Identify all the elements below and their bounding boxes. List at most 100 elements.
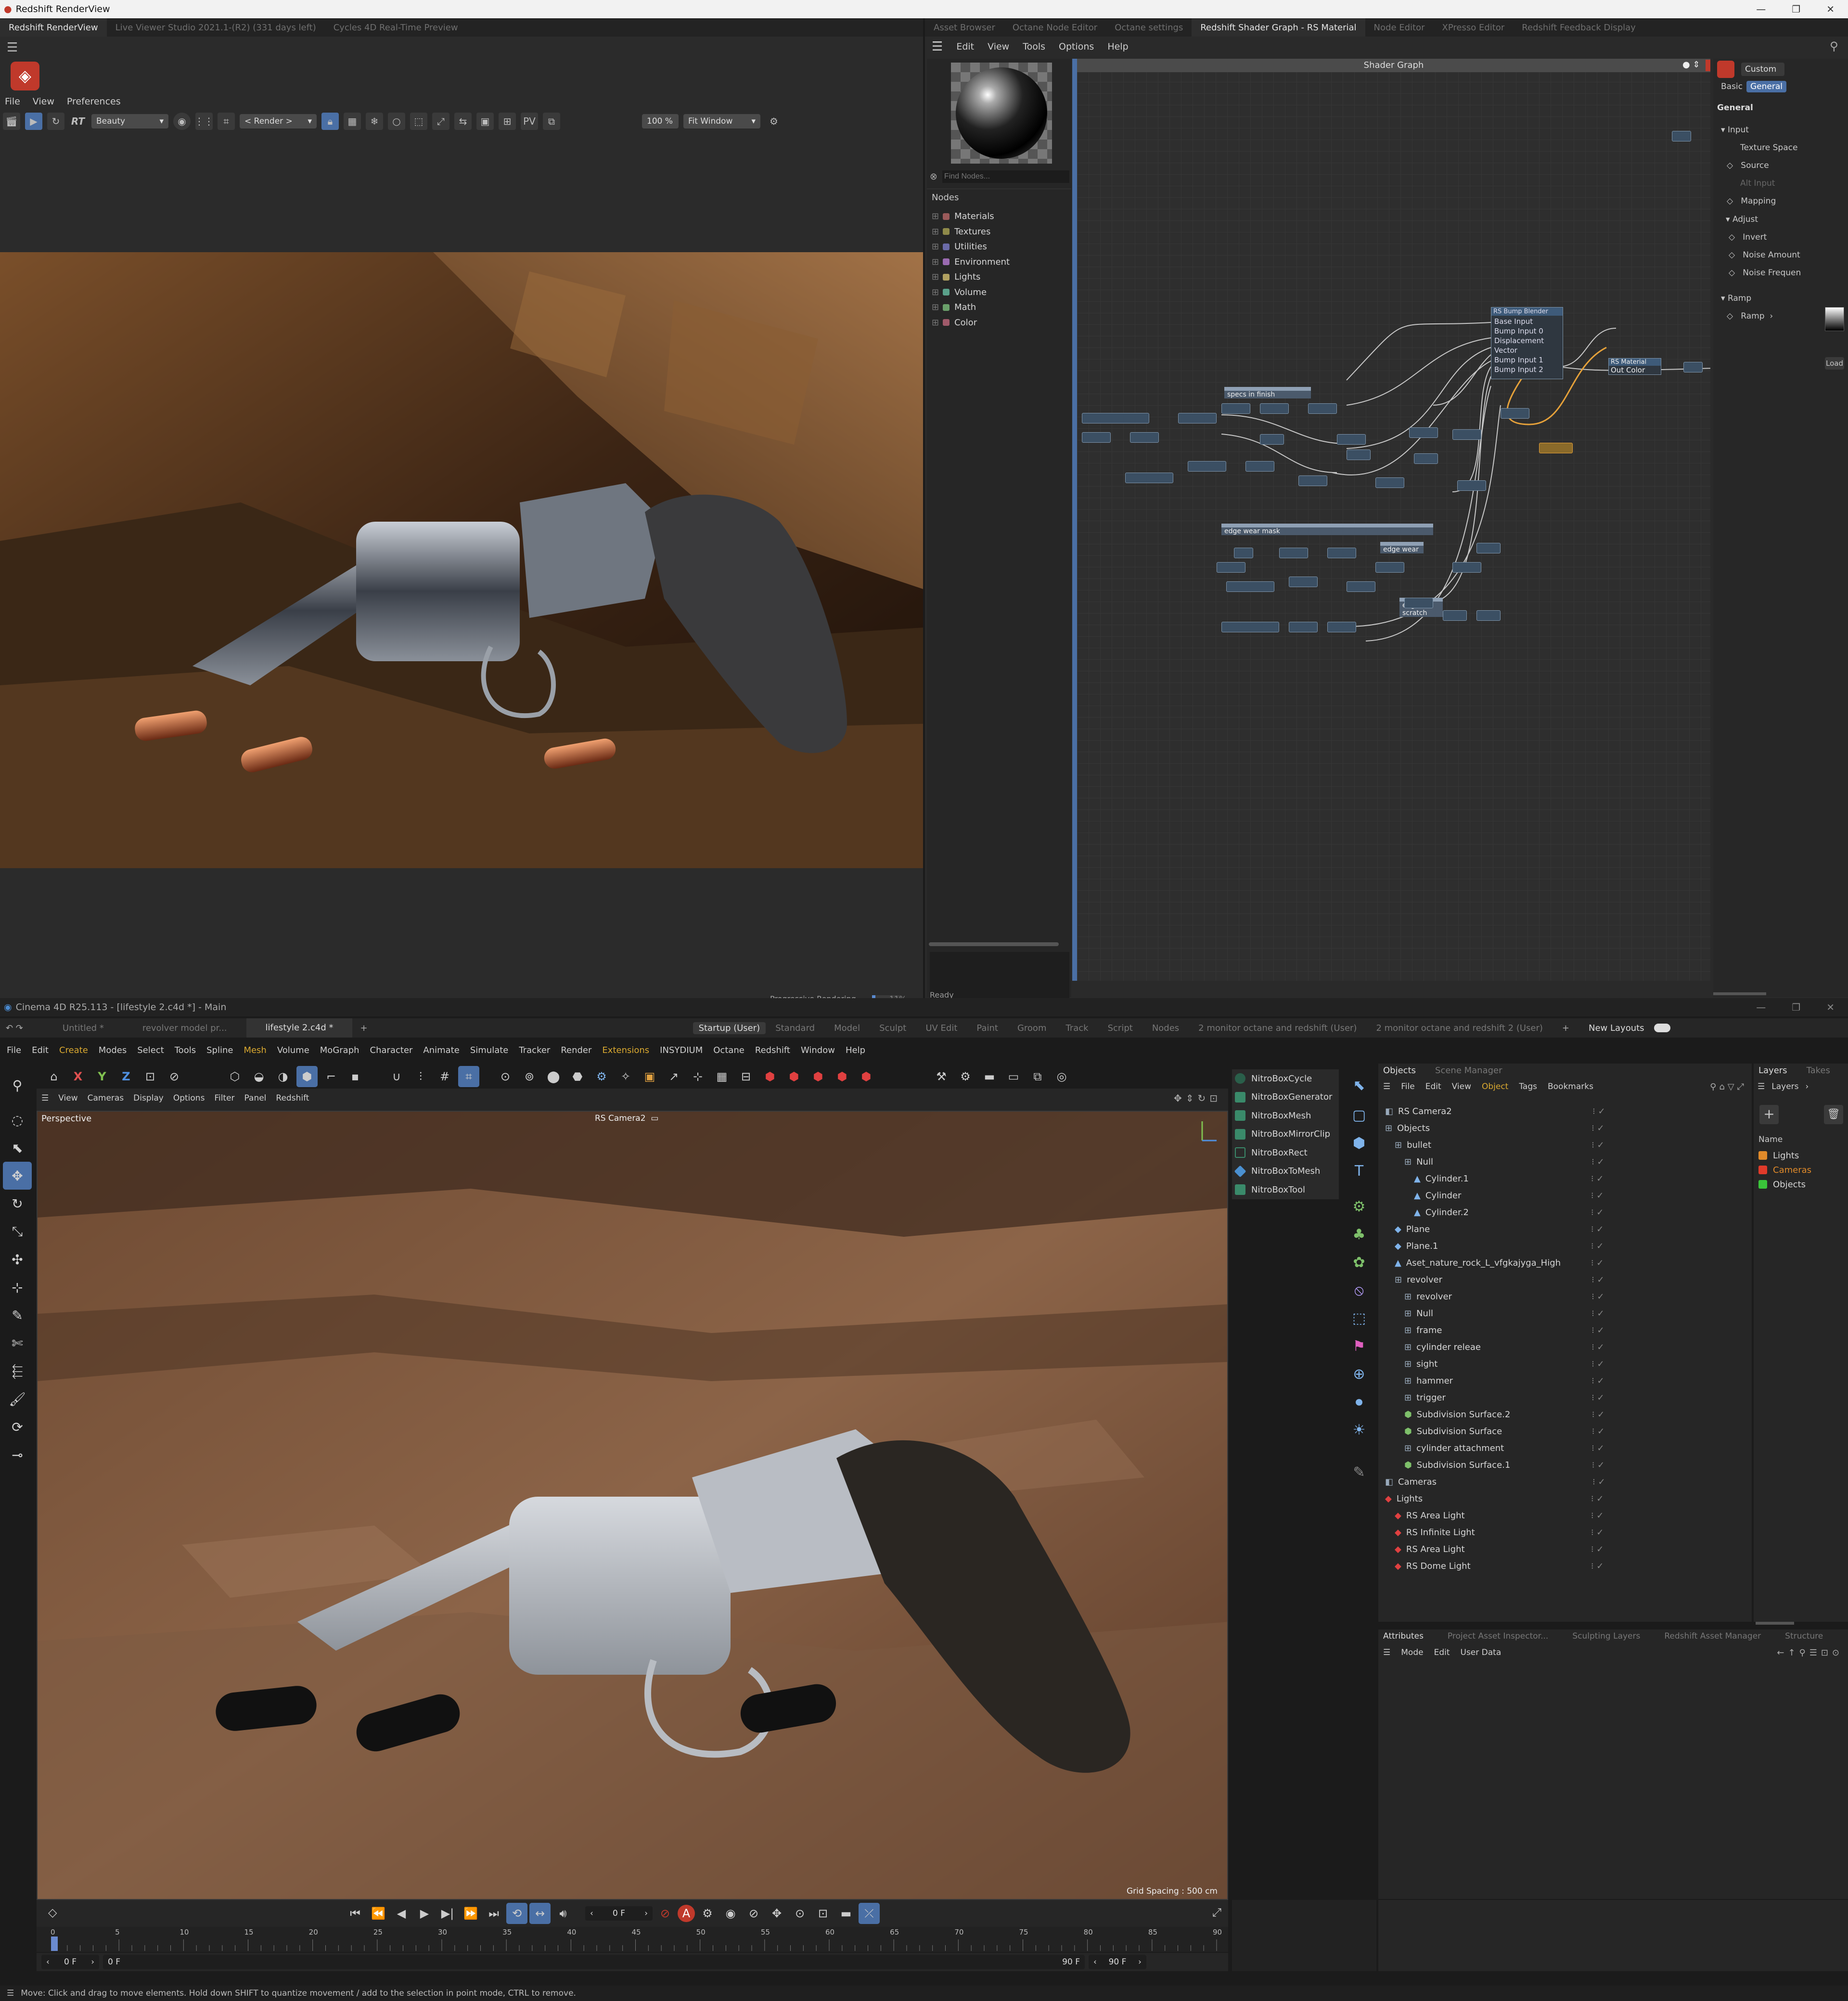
vp-menu-filter[interactable]: Filter — [214, 1093, 234, 1103]
param-mapping[interactable]: ◇ Mapping — [1721, 192, 1797, 210]
tree-item-trigger[interactable]: ⊞ trigger ⁝ ✓ — [1383, 1389, 1747, 1406]
obj-menu-bookmarks[interactable]: Bookmarks — [1548, 1082, 1593, 1091]
field-icon[interactable]: ⬚ — [1346, 1304, 1373, 1332]
graph-node[interactable] — [1457, 480, 1486, 491]
polygons-mode-icon[interactable]: ⬢ — [296, 1066, 318, 1087]
fit-select[interactable]: Fit Window ▾ — [683, 114, 760, 128]
tree-item-sight[interactable]: ⊞ sight ⁝ ✓ — [1383, 1356, 1747, 1372]
graph-node[interactable] — [1375, 562, 1404, 573]
remark-specs[interactable]: specs in finish — [1224, 387, 1311, 398]
port-bump-input-1[interactable]: Bump Input 1 — [1494, 355, 1560, 365]
quantize-icon[interactable]: ⊙ — [495, 1066, 516, 1087]
tab-layers[interactable]: Layers — [1758, 1065, 1787, 1076]
pen-icon[interactable]: ✎ — [1346, 1458, 1373, 1486]
layout-nodes[interactable]: Nodes — [1142, 1023, 1189, 1033]
visibility-dots-icon[interactable]: ⁝ ✓ — [1591, 1258, 1604, 1268]
visibility-dots-icon[interactable]: ⁝ ✓ — [1591, 1561, 1604, 1571]
compare-icon[interactable]: ⇆ — [454, 113, 472, 130]
spline-icon[interactable]: ⚑ — [1346, 1332, 1373, 1360]
nitrobox-rect[interactable]: NitroBoxRect — [1232, 1143, 1339, 1162]
menu-mesh[interactable]: Mesh — [244, 1045, 266, 1055]
graph-node[interactable] — [1289, 577, 1318, 587]
tree-item-rs-dome-light[interactable]: ◆ RS Dome Light ⁝ ✓ — [1383, 1558, 1747, 1575]
layer-cameras-swatch[interactable] — [1758, 1166, 1767, 1174]
tab-cycles[interactable]: Cycles 4D Real-Time Preview — [325, 23, 467, 33]
menu-tools[interactable]: Tools — [175, 1045, 196, 1055]
visibility-dots-icon[interactable]: ⁝ ✓ — [1591, 1241, 1604, 1251]
transform-icon[interactable]: ✣ — [3, 1245, 32, 1273]
graph-node[interactable] — [1414, 453, 1438, 464]
load-button[interactable]: Load — [1825, 357, 1844, 370]
tree-item-cylinder-attachment[interactable]: ⊞ cylinder attachment ⁝ ✓ — [1383, 1440, 1747, 1457]
measure-icon[interactable]: ⊸ — [3, 1441, 32, 1469]
layer-objects-swatch[interactable] — [1758, 1180, 1767, 1189]
menu-help[interactable]: Help — [1107, 41, 1128, 52]
param-invert[interactable]: ◇ Invert — [1726, 229, 1801, 246]
lock-axis-icon[interactable]: ⊘ — [164, 1066, 185, 1087]
graph-node[interactable] — [1347, 581, 1375, 592]
group-input-header[interactable]: ▾ Input — [1721, 121, 1797, 139]
expand-icon[interactable]: ⊞ — [932, 257, 939, 267]
mograph-icon[interactable]: ⚙ — [591, 1066, 612, 1087]
menu-character[interactable]: Character — [370, 1045, 413, 1055]
layer-objects[interactable]: Objects — [1758, 1177, 1811, 1192]
frame-field[interactable]: ‹ 0 F › — [585, 1906, 653, 1921]
visibility-dots-icon[interactable]: ⁝ ✓ — [1591, 1359, 1604, 1369]
model-mode-icon[interactable]: ⬡ — [224, 1066, 245, 1087]
team-render-icon[interactable]: ◎ — [1051, 1066, 1072, 1087]
tab-project-asset-inspector[interactable]: Project Asset Inspector... — [1448, 1631, 1548, 1641]
tab-octane-node-editor[interactable]: Octane Node Editor — [1004, 23, 1106, 33]
close-icon[interactable]: ✕ — [1826, 1001, 1835, 1013]
visibility-dots-icon[interactable]: ⁝ ✓ — [1591, 1544, 1604, 1554]
visibility-dots-icon[interactable]: ⁝ ✓ — [1591, 1443, 1604, 1453]
rs-material-node[interactable]: RS Material Out Color — [1608, 358, 1661, 375]
crop-icon[interactable]: ⌗ — [218, 113, 235, 130]
graph-node[interactable] — [1683, 362, 1703, 372]
graph-node[interactable] — [1409, 427, 1438, 438]
lattice-icon[interactable]: ⬣ — [567, 1066, 588, 1087]
tree-item-lights[interactable]: ◆ Lights ⁝ ✓ — [1383, 1490, 1747, 1507]
graph-node[interactable] — [1188, 461, 1226, 472]
doc-tab-untitled[interactable]: Untitled * — [29, 1023, 123, 1033]
port-displacement-vector[interactable]: Displacement Vector — [1494, 336, 1560, 355]
tree-item-aset-nature-rock-l-vfgkajyga-high[interactable]: ▲ Aset_nature_rock_L_vfgkajyga_High ⁝ ✓ — [1383, 1255, 1747, 1271]
grid-small-icon[interactable]: ▦ — [711, 1066, 732, 1087]
deformer-icon[interactable]: ⦸ — [1346, 1276, 1373, 1304]
spline-pen-icon[interactable]: ✎ — [3, 1301, 32, 1329]
menu-view[interactable]: View — [33, 96, 54, 107]
group-adjust-header[interactable]: ▾ Adjust — [1726, 211, 1801, 229]
layout-paint[interactable]: Paint — [967, 1023, 1008, 1033]
visibility-dots-icon[interactable]: ⁝ ✓ — [1591, 1207, 1604, 1218]
region-icon[interactable]: ⬚ — [410, 113, 427, 130]
layout-groom[interactable]: Groom — [1008, 1023, 1056, 1033]
layer-lights[interactable]: Lights — [1758, 1148, 1811, 1163]
close-icon[interactable]: ✕ — [1826, 3, 1835, 15]
tab-xpresso-editor[interactable]: XPresso Editor — [1434, 23, 1514, 33]
cube-tag-icon[interactable]: ▣ — [639, 1066, 660, 1087]
tree-item-cylinder-2[interactable]: ▲ Cylinder.2 ⁝ ✓ — [1383, 1204, 1747, 1221]
chevron-right-icon[interactable]: › — [1806, 1082, 1809, 1091]
tree-item-rs-area-light[interactable]: ◆ RS Area Light ⁝ ✓ — [1383, 1507, 1747, 1524]
nitrobox-cycle[interactable]: NitroBoxCycle — [1232, 1069, 1339, 1088]
axis-x[interactable]: X — [67, 1066, 89, 1087]
graph-node[interactable] — [1226, 581, 1274, 592]
viewport-camera[interactable]: RS Camera2 ▭ — [595, 1114, 658, 1123]
chevron-left-icon[interactable]: ‹ — [46, 1957, 50, 1967]
live-selection-icon[interactable]: ◌ — [3, 1106, 32, 1134]
render-region-icon[interactable]: ⊟ — [735, 1066, 757, 1087]
attributes-hamburger-icon[interactable]: ☰ — [1383, 1648, 1390, 1657]
graph-node[interactable] — [1501, 408, 1529, 419]
chevron-right-icon[interactable]: › — [644, 1909, 648, 1918]
minimize-icon[interactable]: — — [1756, 3, 1766, 15]
camera-toggle-icon[interactable]: ⌂ — [43, 1066, 64, 1087]
nitrobox-mirrorclip[interactable]: NitroBoxMirrorClip — [1232, 1125, 1339, 1144]
param-ramp[interactable]: ◇ Ramp › — [1721, 308, 1773, 325]
visibility-dots-icon[interactable]: ⁝ ✓ — [1591, 1325, 1604, 1335]
prev-frame-icon[interactable]: ◀ — [391, 1903, 412, 1924]
attr-scrollbar[interactable] — [1713, 992, 1766, 995]
lock-icon[interactable]: 🔒︎ — [321, 113, 339, 130]
guide-icon[interactable]: ⊹ — [687, 1066, 708, 1087]
graph-node[interactable] — [1308, 403, 1337, 414]
tab-renderview[interactable]: Redshift RenderView — [0, 18, 107, 37]
attributes-nav-icons[interactable]: ←↑⚲☰⊡⊙ — [1777, 1648, 1843, 1658]
